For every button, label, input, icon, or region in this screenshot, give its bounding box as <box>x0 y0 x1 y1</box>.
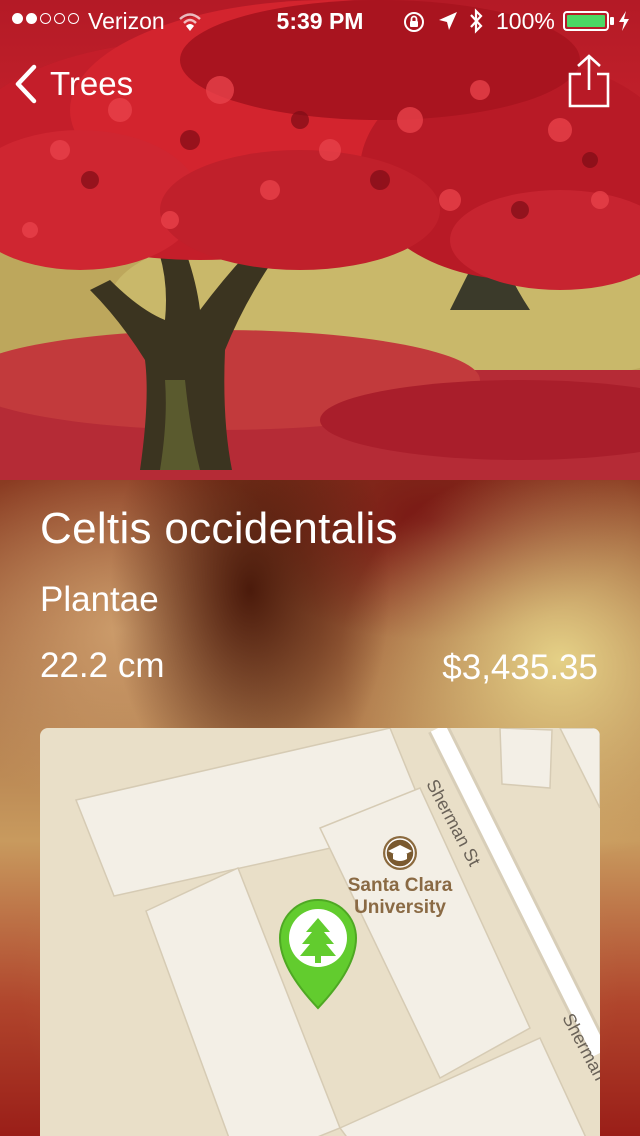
tree-name: Celtis occidentalis <box>40 504 398 553</box>
map-canvas <box>74 728 600 1136</box>
tree-value: $3,435.35 <box>442 648 598 687</box>
charging-bolt-icon <box>619 11 629 31</box>
tree-kingdom: Plantae <box>40 580 159 619</box>
location-arrow-icon <box>439 12 457 30</box>
status-bar: Verizon 5:39 PM 100% <box>0 0 640 40</box>
orientation-lock-icon <box>404 12 424 32</box>
chevron-left-icon <box>15 64 37 104</box>
battery-percent: 100% <box>496 8 555 34</box>
share-button[interactable] <box>566 54 612 115</box>
share-icon <box>568 54 610 108</box>
bluetooth-icon <box>470 8 483 34</box>
tree-details: Celtis occidentalis Plantae 22.2 cm $3,4… <box>0 480 640 1136</box>
back-button[interactable]: Trees <box>14 62 133 106</box>
poi-label: Santa Clara University <box>347 875 453 918</box>
tree-diameter: 22.2 cm <box>40 646 165 685</box>
battery-icon <box>563 11 614 31</box>
back-button-label: Trees <box>50 65 134 102</box>
location-map[interactable]: Santa Clara University Sherman St Sherma… <box>40 728 600 1136</box>
